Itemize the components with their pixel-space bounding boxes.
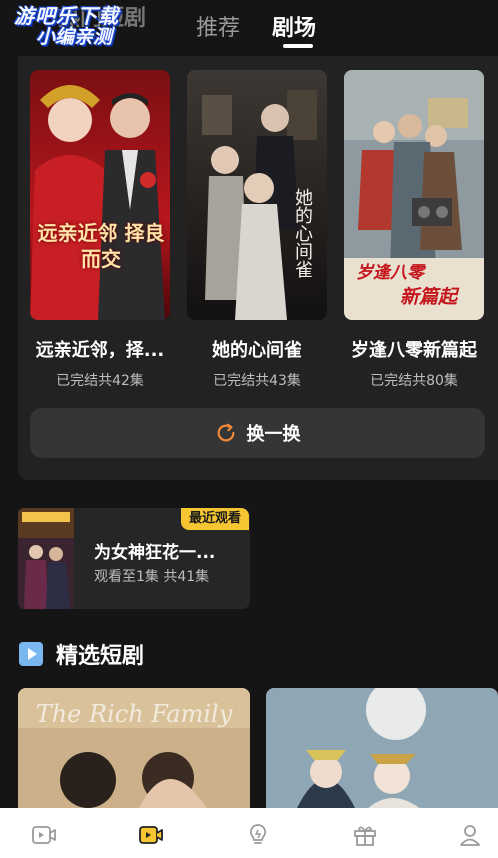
swap-label: 换一换 <box>246 424 301 445</box>
play-icon <box>19 642 43 666</box>
recent-title: 为女神狂花一... <box>94 543 216 563</box>
watermark-line2: 小编亲测 <box>36 26 113 48</box>
recent-watch-badge: 最近观看 <box>181 508 249 530</box>
tab-theater[interactable]: 剧场 <box>272 10 316 42</box>
poster-2-title-art: 她的心间雀 <box>292 188 313 278</box>
drama-status-3: 已完结共80集 <box>370 373 458 389</box>
bottom-nav <box>0 808 498 858</box>
watermark-line1: 游吧乐下载 <box>14 4 119 28</box>
hot-dramas-card: 远亲近邻 择良而交 远亲近邻，择... 已完结共42集 她的心间雀 她的心间雀 … <box>18 56 498 480</box>
drama-status-2: 已完结共43集 <box>213 373 301 389</box>
drama-poster-2[interactable]: 她的心间雀 <box>187 70 327 320</box>
drama-card-1[interactable]: 远亲近邻 择良而交 远亲近邻，择... 已完结共42集 <box>30 70 170 390</box>
poster-3-title-art-2: 新篇起 <box>400 286 458 308</box>
drama-card-2[interactable]: 她的心间雀 她的心间雀 已完结共43集 <box>187 70 327 390</box>
featured-poster-2[interactable] <box>266 688 498 810</box>
poster-3-title-art-1: 岁逢八零 <box>356 263 424 283</box>
swap-batch-button[interactable]: 换一换 <box>30 408 485 458</box>
drama-poster-1[interactable]: 远亲近邻 择良而交 <box>30 70 170 320</box>
featured-poster-1-title-art: The Rich Family <box>35 700 233 728</box>
featured-title: 精选短剧 <box>56 644 145 669</box>
drama-title-3: 岁逢八零新篇起 <box>351 340 477 361</box>
recent-poster <box>18 508 74 609</box>
drama-status-1: 已完结共42集 <box>56 373 144 389</box>
user-icon[interactable] <box>458 824 482 846</box>
watermark-logo: 游吧乐下载 小编亲测 <box>14 6 119 47</box>
video-icon[interactable] <box>32 824 56 846</box>
bulb-icon[interactable] <box>246 824 270 846</box>
drama-title-2: 她的心间雀 <box>212 340 302 361</box>
refresh-icon <box>217 423 234 442</box>
poster-1-title-art: 远亲近邻 择良而交 <box>37 221 165 271</box>
recent-watch-card[interactable]: 最近观看 为女神狂花一... 观看至1集 共41集 <box>18 508 250 609</box>
recent-progress: 观看至1集 共41集 <box>94 569 210 585</box>
drama-card-3[interactable]: 岁逢八零 新篇起 岁逢八零新篇起 已完结共80集 <box>344 70 484 390</box>
featured-header: 精选短剧 <box>18 638 144 670</box>
featured-poster-1[interactable]: The Rich Family <box>18 688 250 810</box>
drama-title-1: 远亲近邻，择... <box>35 340 165 361</box>
active-tab-indicator <box>283 44 313 48</box>
tab-recommend[interactable]: 推荐 <box>196 10 240 42</box>
gift-icon[interactable] <box>353 824 377 846</box>
drama-poster-3[interactable]: 岁逢八零 新篇起 <box>344 70 484 320</box>
theater-icon[interactable] <box>139 824 163 846</box>
